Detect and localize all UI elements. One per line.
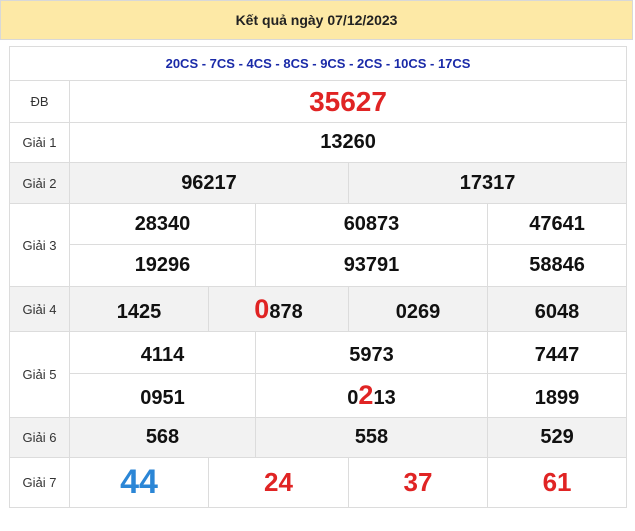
prize-7-value: 44 xyxy=(69,457,209,508)
prize-1-value: 13260 xyxy=(68,122,628,163)
special-prize-value: 35627 xyxy=(68,80,628,123)
prize-5-value: 0213 xyxy=(255,373,488,418)
prize-5-value: 7447 xyxy=(486,331,628,374)
prize-7-value: 61 xyxy=(486,457,628,508)
prize-label-db: ĐB xyxy=(9,80,70,123)
prize-label-g5: Giải 5 xyxy=(9,331,70,418)
prize-3-value: 60873 xyxy=(255,203,488,245)
prize-5-value: 4114 xyxy=(69,331,256,374)
prize-4-value: 0878 xyxy=(208,286,349,332)
prize-label-g6: Giải 6 xyxy=(9,417,70,458)
prize-4-value: 6048 xyxy=(486,286,628,332)
results-header: Kết quả ngày 07/12/2023 xyxy=(0,0,633,40)
prize-6-value: 558 xyxy=(255,417,488,458)
prize-3-value: 58846 xyxy=(486,244,628,287)
prize-2-value: 17317 xyxy=(347,162,628,204)
prize-5-value: 5973 xyxy=(255,331,488,374)
station-codes: 20CS - 7CS - 4CS - 8CS - 9CS - 2CS - 10C… xyxy=(8,46,628,81)
prize-label-g2: Giải 2 xyxy=(9,162,70,204)
prize-7-value: 24 xyxy=(208,457,349,508)
prize-5-value: 1899 xyxy=(486,373,628,418)
prize-6-value: 529 xyxy=(486,417,628,458)
prize-label-g1: Giải 1 xyxy=(9,122,70,163)
prize-label-g7: Giải 7 xyxy=(9,457,70,508)
prize-3-value: 47641 xyxy=(486,203,628,245)
prize-6-value: 568 xyxy=(69,417,256,458)
prize-3-value: 19296 xyxy=(69,244,256,287)
prize-7-value: 37 xyxy=(348,457,488,508)
prize-4-value: 1425 xyxy=(69,286,209,332)
results-table: 20CS - 7CS - 4CS - 8CS - 9CS - 2CS - 10C… xyxy=(8,46,628,508)
prize-label-g4: Giải 4 xyxy=(9,286,70,332)
prize-label-g3: Giải 3 xyxy=(9,203,70,287)
prize-5-value: 0951 xyxy=(69,373,256,418)
prize-3-value: 28340 xyxy=(69,203,256,245)
prize-4-value: 0269 xyxy=(348,286,488,332)
prize-3-value: 93791 xyxy=(255,244,488,287)
prize-2-value: 96217 xyxy=(69,162,349,204)
